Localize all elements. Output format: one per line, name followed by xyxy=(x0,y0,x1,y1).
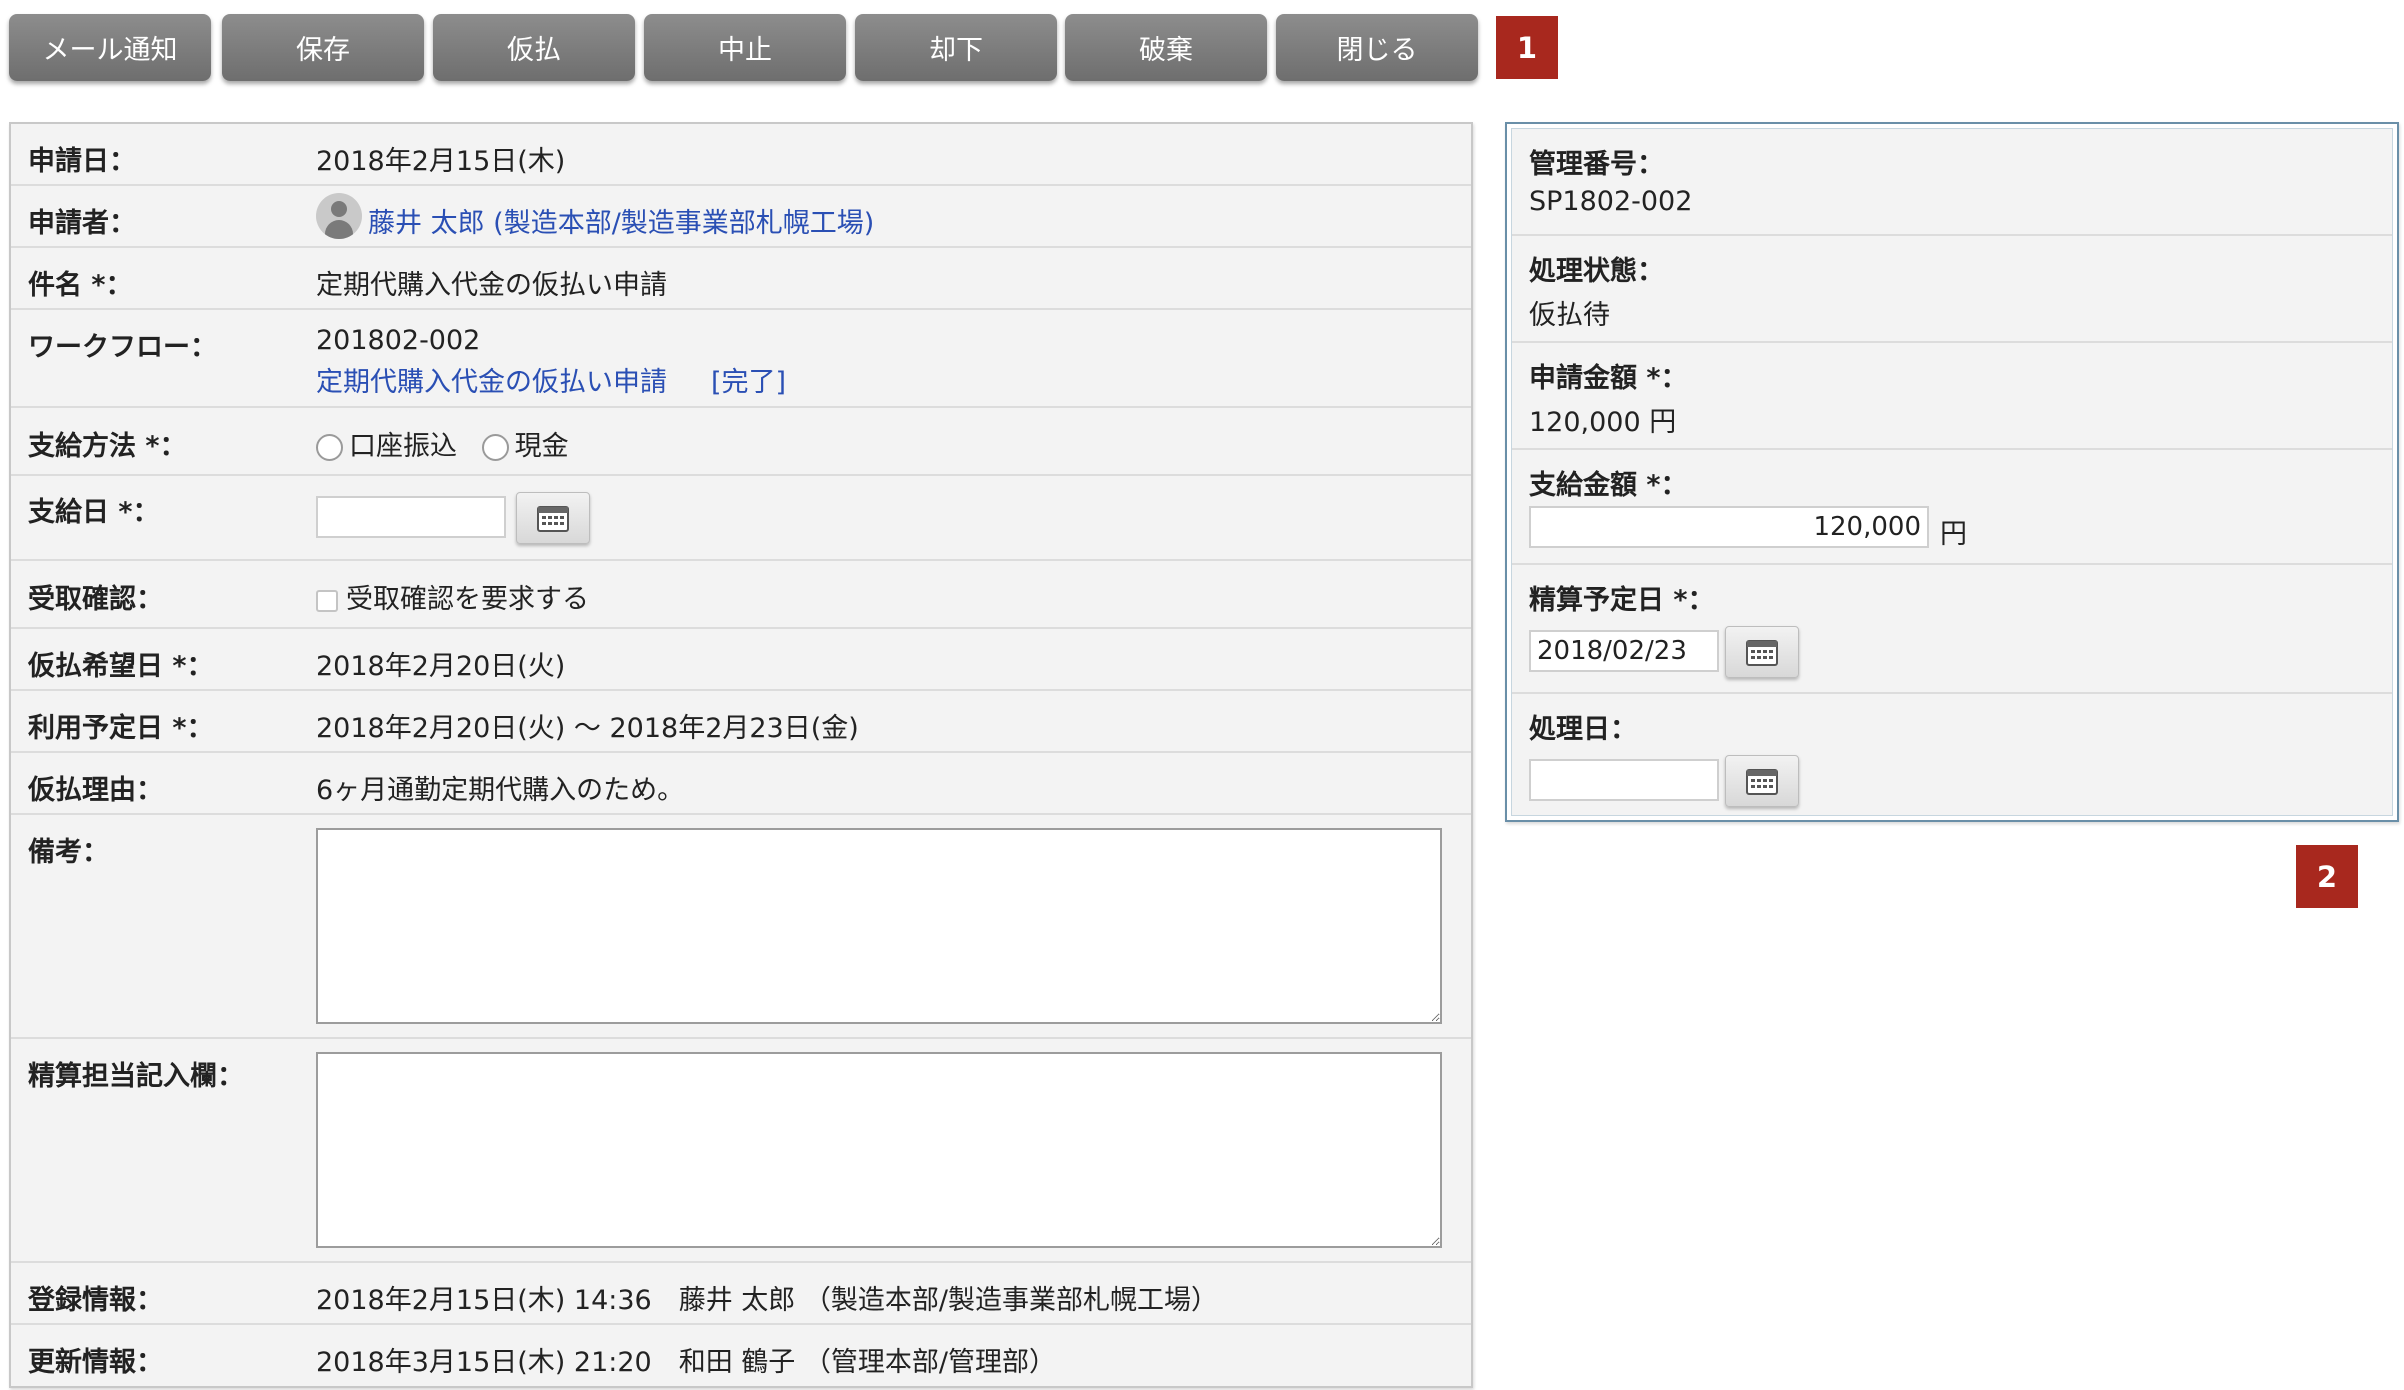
processing-panel-inner: 管理番号： SP1802-002 処理状態： 仮払待 申請金額 *： 120,0… xyxy=(1511,128,2393,816)
row-update-info: 更新情報： 2018年3月15日(木) 21:20 和田 鶴子 （管理本部/管理… xyxy=(11,1325,1471,1387)
prow-status: 処理状態： 仮払待 xyxy=(1512,236,2392,343)
row-payment-date: 支給日 *： xyxy=(11,476,1471,561)
close-button[interactable]: 閉じる xyxy=(1276,14,1478,81)
subject-label: 件名 *： xyxy=(28,270,133,301)
usage-period-label: 利用予定日 *： xyxy=(28,713,214,744)
processed-date-label: 処理日： xyxy=(1529,714,1637,745)
usage-period-value: 2018年2月20日(火) 〜 2018年2月23日(金) xyxy=(316,713,859,744)
row-desired-date: 仮払希望日 *： 2018年2月20日(火) xyxy=(11,629,1471,691)
mail-notify-button[interactable]: メール通知 xyxy=(9,14,211,81)
annotation-badge-1: 1 xyxy=(1496,16,1558,79)
bank-transfer-radio[interactable] xyxy=(316,434,343,461)
row-subject: 件名 *： 定期代購入代金の仮払い申請 xyxy=(11,248,1471,310)
workflow-label: ワークフロー： xyxy=(28,332,217,363)
row-registration-info: 登録情報： 2018年2月15日(木) 14:36 藤井 太郎 （製造本部/製造… xyxy=(11,1263,1471,1325)
receipt-confirm-label: 受取確認： xyxy=(28,584,163,615)
reason-value: 6ヶ月通勤定期代購入のため。 xyxy=(316,775,685,806)
payment-date-calendar-button[interactable] xyxy=(516,492,590,544)
row-applicant: 申請者： 藤井 太郎 (製造本部/製造事業部札幌工場) xyxy=(11,186,1471,248)
cash-radio[interactable] xyxy=(481,434,509,461)
row-usage-period: 利用予定日 *： 2018年2月20日(火) 〜 2018年2月23日(金) xyxy=(11,691,1471,753)
annotation-badge-2: 2 xyxy=(2296,845,2358,908)
row-receipt-confirm: 受取確認： 受取確認を要求する xyxy=(11,561,1471,629)
settlement-date-input[interactable] xyxy=(1529,630,1719,672)
calendar-icon xyxy=(537,506,569,532)
payment-method-options: 口座振込 現金 xyxy=(316,424,569,463)
row-application-date: 申請日： 2018年2月15日(木) xyxy=(11,124,1471,186)
paid-amount-unit: 円 xyxy=(1940,519,1967,550)
desired-date-value: 2018年2月20日(火) xyxy=(316,651,566,682)
remarks-textarea[interactable] xyxy=(316,828,1442,1024)
reason-label: 仮払理由： xyxy=(28,775,163,806)
prow-requested-amount: 申請金額 *： 120,000 円 xyxy=(1512,343,2392,450)
payment-date-label: 支給日 *： xyxy=(28,497,160,528)
update-label: 更新情報： xyxy=(28,1347,163,1378)
row-workflow: ワークフロー： 201802-002 定期代購入代金の仮払い申請 [完了] xyxy=(11,310,1471,408)
payment-date-input[interactable] xyxy=(316,496,506,538)
reject-button[interactable]: 却下 xyxy=(855,14,1057,81)
paid-amount-input[interactable] xyxy=(1529,506,1929,548)
applicant-link[interactable]: 藤井 太郎 (製造本部/製造事業部札幌工場) xyxy=(368,201,874,240)
settlement-date-label: 精算予定日 *： xyxy=(1529,585,1715,616)
workflow-number: 201802-002 xyxy=(316,325,481,356)
receipt-confirm-checkbox-label: 受取確認を要求する xyxy=(346,584,589,615)
requested-amount-label: 申請金額 *： xyxy=(1529,363,1688,394)
applicant-label: 申請者： xyxy=(28,208,136,239)
calendar-icon xyxy=(1746,769,1778,795)
receipt-confirm-option: 受取確認を要求する xyxy=(316,577,589,616)
registration-value: 2018年2月15日(木) 14:36 藤井 太郎 （製造本部/製造事業部札幌工… xyxy=(316,1285,1218,1316)
status-label: 処理状態： xyxy=(1529,256,1664,287)
row-accounting-notes: 精算担当記入欄： xyxy=(11,1039,1471,1263)
prow-settlement-date: 精算予定日 *： xyxy=(1512,565,2392,694)
cancel-button[interactable]: 中止 xyxy=(644,14,846,81)
row-remarks: 備考： xyxy=(11,815,1471,1039)
processing-panel: 管理番号： SP1802-002 処理状態： 仮払待 申請金額 *： 120,0… xyxy=(1505,122,2399,822)
payment-method-label: 支給方法 *： xyxy=(28,431,187,462)
advance-payment-button[interactable]: 仮払 xyxy=(433,14,635,81)
application-date-label: 申請日： xyxy=(28,146,136,177)
workflow-link[interactable]: 定期代購入代金の仮払い申請 xyxy=(316,360,667,399)
processed-date-calendar-button[interactable] xyxy=(1725,755,1799,807)
remarks-label: 備考： xyxy=(28,837,109,868)
prow-processed-date: 処理日： xyxy=(1512,694,2392,814)
application-form: 申請日： 2018年2月15日(木) 申請者： 藤井 太郎 (製造本部/製造事業… xyxy=(9,122,1473,1388)
cash-label: 現金 xyxy=(514,431,569,462)
control-number-label: 管理番号： xyxy=(1529,149,1664,180)
settlement-date-calendar-button[interactable] xyxy=(1725,626,1799,678)
registration-label: 登録情報： xyxy=(28,1285,163,1316)
row-payment-method: 支給方法 *： 口座振込 現金 xyxy=(11,408,1471,476)
avatar xyxy=(316,193,362,239)
subject-value: 定期代購入代金の仮払い申請 xyxy=(316,270,667,301)
prow-control-number: 管理番号： SP1802-002 xyxy=(1512,129,2392,236)
update-value: 2018年3月15日(木) 21:20 和田 鶴子 （管理本部/管理部） xyxy=(316,1347,1056,1378)
discard-button[interactable]: 破棄 xyxy=(1065,14,1267,81)
control-number-value: SP1802-002 xyxy=(1529,186,1693,217)
processed-date-input[interactable] xyxy=(1529,759,1719,801)
receipt-confirm-checkbox[interactable] xyxy=(316,589,338,612)
accounting-notes-label: 精算担当記入欄： xyxy=(28,1061,244,1092)
application-date-value: 2018年2月15日(木) xyxy=(316,146,566,177)
status-value: 仮払待 xyxy=(1529,300,1610,331)
workflow-status-link[interactable]: [完了] xyxy=(711,360,786,399)
accounting-notes-textarea[interactable] xyxy=(316,1052,1442,1248)
desired-date-label: 仮払希望日 *： xyxy=(28,651,214,682)
row-reason: 仮払理由： 6ヶ月通勤定期代購入のため。 xyxy=(11,753,1471,815)
save-button[interactable]: 保存 xyxy=(222,14,424,81)
calendar-icon xyxy=(1746,640,1778,666)
prow-paid-amount: 支給金額 *： 円 xyxy=(1512,450,2392,565)
paid-amount-label: 支給金額 *： xyxy=(1529,470,1688,501)
requested-amount-value: 120,000 円 xyxy=(1529,407,1677,438)
bank-transfer-label: 口座振込 xyxy=(349,431,457,462)
